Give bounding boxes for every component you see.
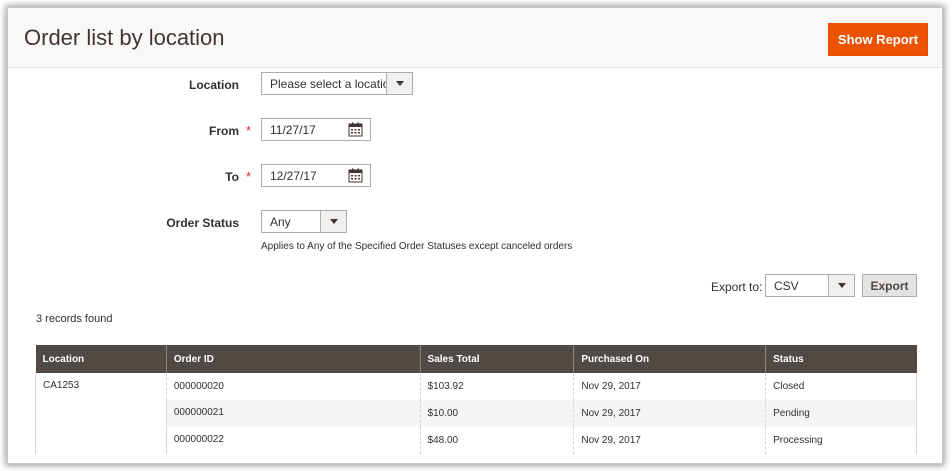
- order-status-label: Order Status: [166, 216, 239, 230]
- from-date-value: 11/27/17: [270, 123, 316, 137]
- sales-total-cell: $48.00: [419, 427, 574, 454]
- page-header: Order list by location Show Report: [8, 8, 942, 68]
- to-date-field[interactable]: 12/27/17: [261, 164, 371, 187]
- purchased-on-cell: Nov 29, 2017: [573, 373, 766, 400]
- column-header-location[interactable]: Location: [35, 345, 167, 373]
- chevron-down-icon: [330, 219, 338, 224]
- column-header-sales-total[interactable]: Sales Total: [419, 345, 574, 373]
- order-status-select[interactable]: Any: [261, 210, 347, 233]
- table-row[interactable]: 000000022 $48.00 Nov 29, 2017 Processing: [36, 427, 917, 454]
- export-button[interactable]: Export: [862, 274, 917, 297]
- from-date-field[interactable]: 11/27/17: [261, 118, 371, 141]
- order-status-toggle[interactable]: [320, 211, 346, 232]
- export-format-value: CSV: [774, 279, 799, 293]
- to-date-value: 12/27/17: [270, 169, 317, 183]
- table-row[interactable]: 000000021 $10.00 Nov 29, 2017 Pending: [36, 400, 917, 427]
- status-cell: Pending: [765, 400, 917, 427]
- sales-total-cell: $10.00: [419, 400, 574, 427]
- page-title: Order list by location: [24, 25, 225, 50]
- table-row[interactable]: CA1253 000000020 $103.92 Nov 29, 2017 Cl…: [35, 373, 917, 454]
- from-required-mark: *: [246, 123, 252, 138]
- column-header-purchased-on[interactable]: Purchased On: [573, 345, 766, 373]
- to-required-mark: *: [246, 169, 252, 184]
- export-format-toggle[interactable]: [828, 275, 854, 296]
- purchased-on-cell: Nov 29, 2017: [573, 400, 766, 427]
- location-label: Location: [189, 78, 239, 92]
- to-label: To: [225, 170, 239, 184]
- from-label: From: [209, 124, 239, 138]
- show-report-button[interactable]: Show Report: [828, 23, 928, 56]
- report-panel: Order list by location Show Report Locat…: [7, 7, 943, 464]
- status-cell: Processing: [765, 427, 917, 454]
- chevron-down-icon: [838, 283, 846, 288]
- status-cell: Closed: [765, 373, 917, 400]
- order-id-cell: 000000021: [165, 400, 421, 427]
- table-header-row: Location Order ID Sales Total Purchased …: [35, 345, 917, 373]
- location-cell: CA1253: [35, 373, 167, 454]
- export-format-select[interactable]: CSV: [765, 274, 855, 297]
- location-select-value: Please select a location: [270, 77, 397, 91]
- results-table: Location Order ID Sales Total Purchased …: [35, 345, 917, 454]
- export-to-label: Export to:: [711, 280, 763, 294]
- purchased-on-cell: Nov 29, 2017: [573, 427, 766, 454]
- order-status-note: Applies to Any of the Specified Order St…: [261, 241, 573, 252]
- calendar-icon[interactable]: [348, 122, 363, 137]
- order-id-cell: 000000020: [165, 373, 421, 400]
- column-header-status[interactable]: Status: [765, 345, 917, 373]
- calendar-icon[interactable]: [348, 168, 363, 183]
- column-header-order-id[interactable]: Order ID: [165, 345, 421, 373]
- records-count: 3 records found: [36, 313, 113, 325]
- location-select-toggle[interactable]: [386, 73, 412, 94]
- order-status-value: Any: [270, 215, 291, 229]
- order-id-cell: 000000022: [165, 427, 421, 454]
- location-select[interactable]: Please select a location: [261, 72, 413, 95]
- sales-total-cell: $103.92: [419, 373, 574, 400]
- chevron-down-icon: [396, 81, 404, 86]
